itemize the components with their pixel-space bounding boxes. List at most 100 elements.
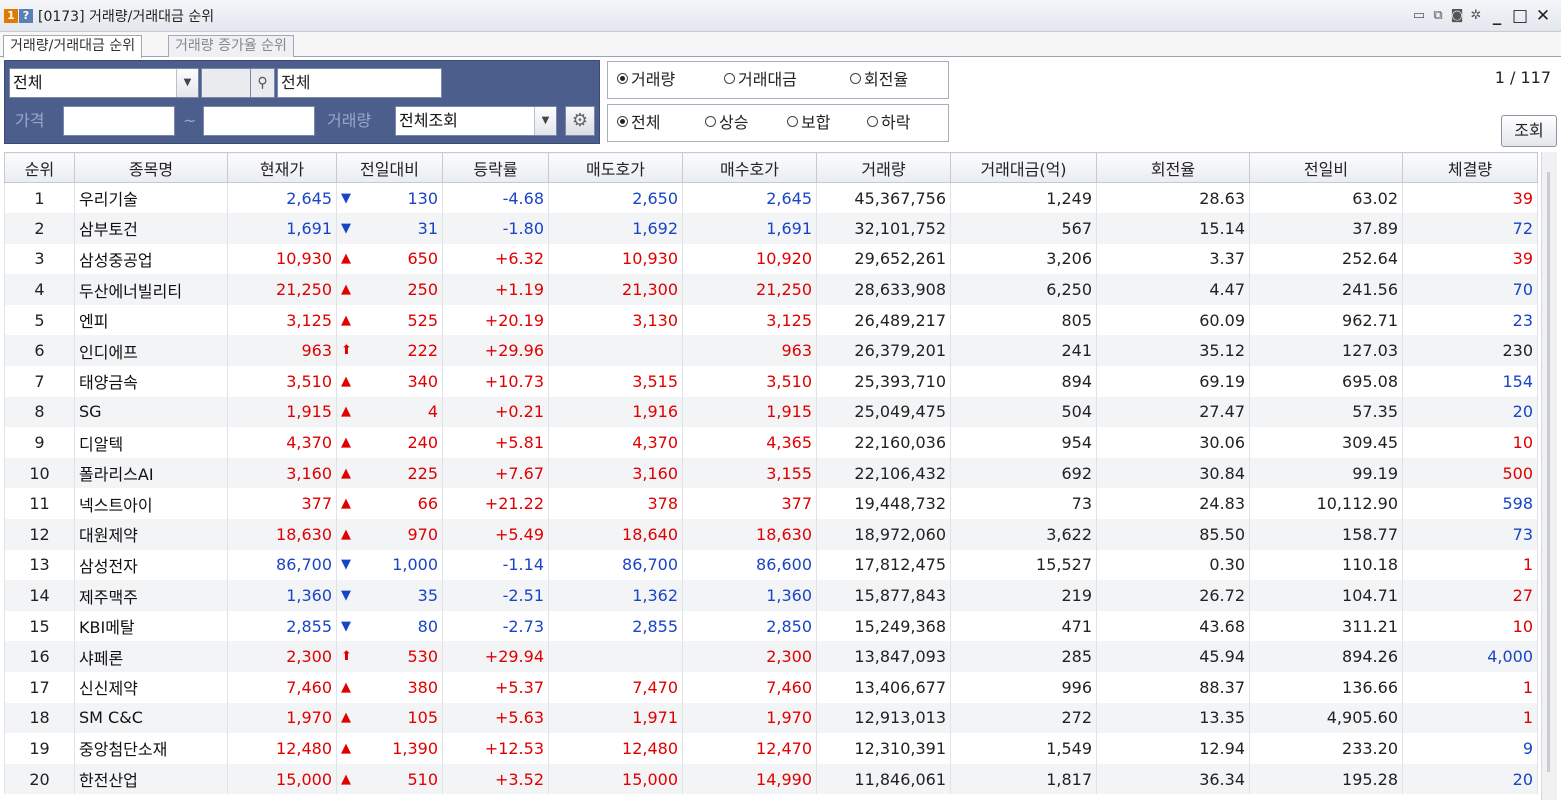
tab-volume-amount-rank[interactable]: 거래량/거래대금 순위 xyxy=(3,35,143,58)
down-arrow-icon: ▼ xyxy=(341,220,351,236)
radio-icon xyxy=(724,73,735,84)
help-badge[interactable]: ? xyxy=(19,8,33,23)
vertical-scrollbar[interactable] xyxy=(1541,152,1557,800)
current-price-cell: 1,915 xyxy=(227,396,337,428)
turnover-cell: 43.68 xyxy=(1096,610,1250,642)
column-header[interactable]: 종목명 xyxy=(74,152,228,183)
table-row[interactable]: 12 대원제약 18,630 ▲ 970 +5.49 18,640 18,630 18,972,… xyxy=(4,519,1538,550)
change-cell: ▲ 1,390 xyxy=(336,733,443,764)
execution-volume-cell: 230 xyxy=(1402,335,1538,367)
table-row[interactable]: 1 우리기술 2,645 ▼ 130 -4.68 2,650 2,645 45,367,756 1… xyxy=(4,182,1538,214)
bid-price-cell: 12,470 xyxy=(682,733,817,764)
stock-name-cell: KBI메탈 xyxy=(74,610,228,642)
table-row[interactable]: 18 SM C&C 1,970 ▲ 105 +5.63 1,971 1,970 12,913,0… xyxy=(4,702,1538,734)
table-row[interactable]: 20 한전산업 15,000 ▲ 510 +3.52 15,000 14,990 11,846,… xyxy=(4,763,1538,795)
scrollbar-thumb[interactable] xyxy=(1547,172,1550,772)
rank-cell: 19 xyxy=(4,733,75,764)
column-header[interactable]: 체결량 xyxy=(1402,152,1538,183)
radio-direction-down[interactable]: 하락 xyxy=(867,105,910,141)
market-select[interactable]: 전체 ▼ xyxy=(9,68,199,98)
column-header[interactable]: 순위 xyxy=(4,152,75,183)
change-value: 35 xyxy=(417,586,438,606)
column-header[interactable]: 등락률 xyxy=(442,152,549,183)
turnover-cell: 12.94 xyxy=(1096,733,1250,764)
table-row[interactable]: 4 두산에너빌리티 21,250 ▲ 250 +1.19 21,300 21,250 28,63… xyxy=(4,274,1538,305)
column-header[interactable]: 매수호가 xyxy=(682,152,817,183)
column-header[interactable]: 전일비 xyxy=(1249,152,1403,183)
column-header[interactable]: 현재가 xyxy=(227,152,337,183)
ask-price-cell: 378 xyxy=(548,488,683,520)
table-row[interactable]: 16 샤페론 2,300 ⬆ 530 +29.94 2,300 13,847,093 285 45… xyxy=(4,641,1538,672)
table-row[interactable]: 5 엔피 3,125 ▲ 525 +20.19 3,130 3,125 26,489,217 80… xyxy=(4,304,1538,336)
execution-volume-cell: 1 xyxy=(1402,672,1538,703)
column-header[interactable]: 거래량 xyxy=(816,152,951,183)
memo-icon[interactable]: ▭ xyxy=(1411,8,1427,24)
tab-volume-increase-rank[interactable]: 거래량 증가율 순위 xyxy=(168,35,294,57)
query-button[interactable]: 조회 xyxy=(1501,115,1557,147)
chevron-down-icon[interactable]: ▼ xyxy=(176,69,198,97)
screen-number-badge[interactable]: 1 xyxy=(4,8,18,23)
radio-sort-amount[interactable]: 거래대금 xyxy=(724,62,797,98)
radio-direction-up[interactable]: 상승 xyxy=(705,105,748,141)
price-max-input[interactable] xyxy=(203,106,315,136)
ask-price-cell: 86,700 xyxy=(548,549,683,581)
volume-select[interactable]: 전체조회 ▼ xyxy=(395,106,557,136)
table-row[interactable]: 6 인디에프 963 ⬆ 222 +29.96 963 26,379,201 241 35.12 1… xyxy=(4,335,1538,367)
column-header[interactable]: 거래대금(억) xyxy=(950,152,1097,183)
table-row[interactable]: 14 제주맥주 1,360 ▼ 35 -2.51 1,362 1,360 15,877,843 2… xyxy=(4,580,1538,611)
maximize-button[interactable]: □ xyxy=(1510,7,1530,25)
table-row[interactable]: 13 삼성전자 86,700 ▼ 1,000 -1.14 86,700 86,600 17,81… xyxy=(4,549,1538,581)
radio-direction-flat[interactable]: 보합 xyxy=(787,105,830,141)
volume-cell: 12,913,013 xyxy=(816,702,951,734)
radio-direction-all[interactable]: 전체 xyxy=(617,105,660,141)
camera-icon[interactable]: ◙ xyxy=(1449,8,1465,24)
gear-icon[interactable]: ⚙ xyxy=(565,106,595,136)
bid-price-cell: 14,990 xyxy=(682,763,817,795)
trade-amount-cell: 805 xyxy=(950,304,1097,336)
change-cell: ▼ 80 xyxy=(336,610,443,642)
volume-cell: 25,049,475 xyxy=(816,396,951,428)
column-header[interactable]: 전일대비 xyxy=(336,152,443,183)
search-icon[interactable]: ⚲ xyxy=(251,68,275,98)
chevron-down-icon[interactable]: ▼ xyxy=(534,107,556,135)
table-row[interactable]: 10 폴라리스AI 3,160 ▲ 225 +7.67 3,160 3,155 22,106,4… xyxy=(4,457,1538,489)
change-cell-content: ▲ 510 xyxy=(341,770,438,789)
up-arrow-icon: ▲ xyxy=(341,251,351,267)
change-cell-content: ▲ 380 xyxy=(341,678,438,697)
settings-icon[interactable]: ✲ xyxy=(1468,8,1484,24)
close-button[interactable]: ✕ xyxy=(1533,7,1553,25)
change-value: 31 xyxy=(417,218,438,238)
table-row[interactable]: 2 삼부토건 1,691 ▼ 31 -1.80 1,692 1,691 32,101,752 56… xyxy=(4,213,1538,244)
change-rate-cell: -2.51 xyxy=(442,580,549,611)
table-row[interactable]: 19 중앙첨단소재 12,480 ▲ 1,390 +12.53 12,480 12,470 12… xyxy=(4,733,1538,764)
column-header[interactable]: 매도호가 xyxy=(548,152,683,183)
table-row[interactable]: 7 태양금속 3,510 ▲ 340 +10.73 3,515 3,510 25,393,710… xyxy=(4,366,1538,397)
ask-price-cell: 1,971 xyxy=(548,702,683,734)
change-rate-cell: +5.49 xyxy=(442,519,549,550)
table-row[interactable]: 3 삼성중공업 10,930 ▲ 650 +6.32 10,930 10,920 29,652,… xyxy=(4,243,1538,275)
window-title: [0173] 거래량/거래대금 순위 xyxy=(38,8,215,25)
up-arrow-icon: ▲ xyxy=(341,526,351,542)
execution-volume-cell: 23 xyxy=(1402,304,1538,336)
table-row[interactable]: 11 넥스트아이 377 ▲ 66 +21.22 378 377 19,448,732 73 24.… xyxy=(4,488,1538,520)
minimize-button[interactable]: _ xyxy=(1487,7,1507,25)
copy-icon[interactable]: ⧉ xyxy=(1430,8,1446,24)
radio-sort-volume[interactable]: 거래량 xyxy=(617,62,675,98)
table-row[interactable]: 17 신신제약 7,460 ▲ 380 +5.37 7,470 7,460 13,406,677… xyxy=(4,672,1538,703)
prev-day-ratio-cell: 158.77 xyxy=(1249,519,1403,550)
change-cell: ▲ 510 xyxy=(336,763,443,795)
execution-volume-cell: 73 xyxy=(1402,519,1538,550)
table-row[interactable]: 9 디알텍 4,370 ▲ 240 +5.81 4,370 4,365 22,160,036 95… xyxy=(4,427,1538,458)
up-arrow-icon: ▲ xyxy=(341,465,351,481)
column-header[interactable]: 회전율 xyxy=(1096,152,1250,183)
prev-day-ratio-cell: 104.71 xyxy=(1249,580,1403,611)
rank-cell: 8 xyxy=(4,396,75,428)
table-row[interactable]: 8 SG 1,915 ▲ 4 +0.21 1,916 1,915 25,049,475 504 27… xyxy=(4,396,1538,428)
prev-day-ratio-cell: 127.03 xyxy=(1249,335,1403,367)
stock-code-input[interactable] xyxy=(201,68,251,98)
execution-volume-cell: 1 xyxy=(1402,702,1538,734)
price-min-input[interactable] xyxy=(63,106,175,136)
radio-sort-turnover[interactable]: 회전율 xyxy=(850,62,908,98)
table-row[interactable]: 15 KBI메탈 2,855 ▼ 80 -2.73 2,855 2,850 15,249,368… xyxy=(4,610,1538,642)
turnover-cell: 0.30 xyxy=(1096,549,1250,581)
